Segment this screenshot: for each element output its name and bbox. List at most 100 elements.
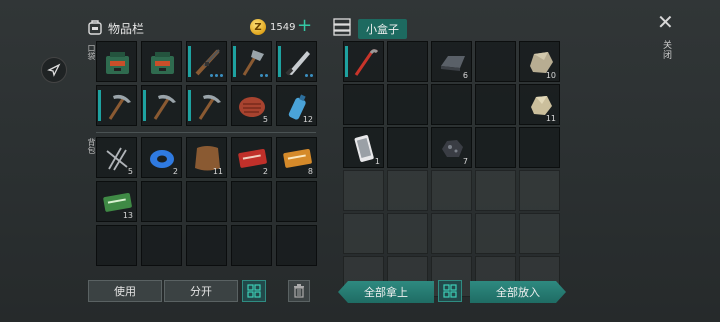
compass-button[interactable] xyxy=(41,57,67,83)
durability-bar xyxy=(233,46,236,77)
backpack-slot[interactable]: 8 xyxy=(276,137,317,178)
durability-bar xyxy=(98,90,101,121)
trash-icon xyxy=(294,284,304,298)
take-all-label: 全部拿上 xyxy=(364,286,408,299)
box-slot[interactable] xyxy=(387,84,428,125)
backpack-slot[interactable] xyxy=(186,225,227,266)
close-button[interactable]: ✕ xyxy=(657,12,674,32)
box-title: 小盒子 xyxy=(358,19,407,39)
box-slot[interactable] xyxy=(519,213,560,254)
backpack-slot[interactable]: 11 xyxy=(186,137,227,178)
durability-bar xyxy=(345,46,348,77)
pocket-slot[interactable] xyxy=(276,41,317,82)
durability-bar xyxy=(188,90,191,121)
close-label: 关闭 xyxy=(661,40,671,60)
box-slot[interactable]: 11 xyxy=(519,84,560,125)
backpack-slot[interactable] xyxy=(276,181,317,222)
pocket-slot[interactable] xyxy=(96,41,137,82)
pocket-slot[interactable] xyxy=(141,41,182,82)
backpack-slot[interactable] xyxy=(96,225,137,266)
box-slot[interactable] xyxy=(343,41,384,82)
backpack-slot[interactable]: 2 xyxy=(141,137,182,178)
backpack-icon xyxy=(151,52,174,74)
add-coins-button[interactable]: + xyxy=(297,17,312,35)
box-slot[interactable]: 7 xyxy=(431,127,472,168)
box-header: 小盒子 xyxy=(332,16,422,39)
box-slot[interactable] xyxy=(343,213,384,254)
item-count: 2 xyxy=(172,167,178,176)
box-slot[interactable] xyxy=(475,127,516,168)
box-slot[interactable] xyxy=(387,127,428,168)
backpack-slot[interactable] xyxy=(186,181,227,222)
box-slot[interactable] xyxy=(431,84,472,125)
pocket-slot[interactable] xyxy=(231,41,272,82)
box-slot[interactable]: 10 xyxy=(519,41,560,82)
put-all-button[interactable]: 全部放入 xyxy=(470,281,566,303)
pocket-slot[interactable] xyxy=(96,85,137,126)
pickaxe-icon xyxy=(108,94,131,120)
item-count: 1 xyxy=(374,157,380,166)
pocket-slot[interactable]: 12 xyxy=(276,85,317,126)
backpack-slot[interactable]: 2 xyxy=(231,137,272,178)
quality-dots xyxy=(210,74,223,77)
pickaxe-icon xyxy=(153,94,176,120)
pickaxe-icon xyxy=(198,94,221,120)
use-button[interactable]: 使用 xyxy=(88,280,162,302)
section-divider xyxy=(96,132,316,133)
box-slot[interactable] xyxy=(387,213,428,254)
item-count: 12 xyxy=(302,115,313,124)
box-slot[interactable]: 1 xyxy=(343,127,384,168)
box-slot[interactable]: 6 xyxy=(431,41,472,82)
pocket-slot[interactable]: 5 xyxy=(231,85,272,126)
item-count: 2 xyxy=(262,167,268,176)
split-button[interactable]: 分开 xyxy=(164,280,238,302)
box-slot[interactable] xyxy=(387,170,428,211)
backpack-slot[interactable]: 5 xyxy=(96,137,137,178)
discard-button[interactable] xyxy=(288,280,310,302)
item-count: 11 xyxy=(212,167,223,176)
box-icon xyxy=(333,18,351,36)
crowbar-icon xyxy=(354,49,379,76)
durability-bar xyxy=(278,46,281,77)
box-slot[interactable] xyxy=(343,170,384,211)
box-slot[interactable] xyxy=(431,213,472,254)
item-count: 5 xyxy=(127,167,133,176)
grid-sort-icon xyxy=(443,284,457,298)
quality-dots xyxy=(260,74,268,77)
sort-inventory-button[interactable] xyxy=(242,280,266,302)
navigation-arrow-icon xyxy=(47,63,61,77)
box-slot[interactable] xyxy=(431,170,472,211)
backpack-slot[interactable] xyxy=(276,225,317,266)
item-count: 11 xyxy=(545,114,556,123)
box-slot[interactable] xyxy=(343,84,384,125)
backpack-slot[interactable] xyxy=(141,225,182,266)
box-slot[interactable] xyxy=(475,84,516,125)
pocket-slot[interactable] xyxy=(186,41,227,82)
pocket-slot[interactable] xyxy=(141,85,182,126)
item-count: 5 xyxy=(262,115,268,124)
quality-dots xyxy=(305,74,313,77)
box-slot[interactable] xyxy=(475,170,516,211)
item-count: 10 xyxy=(545,71,556,80)
coin-icon: Z xyxy=(250,19,266,35)
inventory-title: 物品栏 xyxy=(108,22,145,36)
inventory-header: 物品栏 Z 1549 + xyxy=(86,16,316,38)
durability-bar xyxy=(188,46,191,77)
backpack-icon xyxy=(106,52,129,74)
coin-balance: 1549 xyxy=(270,22,296,33)
backpack-slot[interactable]: 13 xyxy=(96,181,137,222)
box-slot[interactable] xyxy=(387,41,428,82)
box-slot[interactable] xyxy=(519,170,560,211)
sort-box-button[interactable] xyxy=(438,280,462,302)
take-all-button[interactable]: 全部拿上 xyxy=(338,281,434,303)
box-slot[interactable] xyxy=(519,127,560,168)
backpack-slot[interactable] xyxy=(231,225,272,266)
pocket-slot[interactable] xyxy=(186,85,227,126)
item-count: 6 xyxy=(462,71,468,80)
box-slot[interactable] xyxy=(475,41,516,82)
box-slot[interactable] xyxy=(475,213,516,254)
backpack-slot[interactable] xyxy=(141,181,182,222)
backpack-slot[interactable] xyxy=(231,181,272,222)
grid-sort-icon xyxy=(247,284,261,298)
backpack-header-icon xyxy=(88,20,102,35)
